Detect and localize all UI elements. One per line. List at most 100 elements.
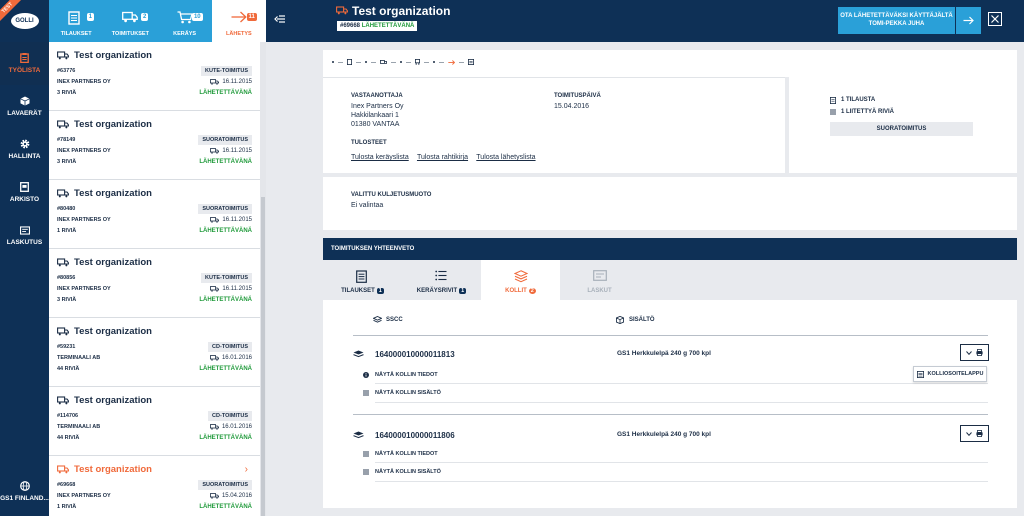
collapse-list-icon[interactable]	[274, 13, 286, 25]
tab-count: 1	[459, 288, 467, 294]
shipment-list-item[interactable]: Test organization #80856 KUTE-TOIMITUS INEX…	[49, 249, 260, 318]
list-item-date-text: 15.04.2016	[221, 492, 252, 499]
shipment-list-item[interactable]: Test organization › #69668 SUORATOIMITUS INE…	[49, 456, 260, 516]
list-item-date: 16.01.2016	[209, 424, 252, 430]
truck-icon	[210, 285, 220, 292]
tab-tilaukset[interactable]: 1 TILAUKSET	[49, 0, 104, 42]
chevron-down-icon	[966, 350, 972, 355]
list-scrollbar[interactable]	[260, 42, 266, 516]
shipping-method-panel[interactable]: VALITTU KULJETUSMUOTO Ei valintaa	[323, 177, 1017, 230]
tab-count: 1	[376, 288, 384, 294]
tab-lahetys[interactable]: 11 LÄHETYS	[211, 0, 266, 42]
shipment-list-item[interactable]: Test organization #80480 SUORATOIMITUS INEX…	[49, 180, 260, 249]
summary-rows-text: 1 LIITETTYÄ RIVIÄ	[841, 109, 895, 115]
list-item-type: SUORATOIMITUS	[198, 479, 252, 490]
step-order-icon	[347, 59, 352, 65]
logo-area: TEST GOLLI	[0, 0, 49, 42]
show-package-info-link[interactable]: NÄYTÄ KOLLIN TIEDOT	[363, 372, 438, 378]
show-package-info-link[interactable]: NÄYTÄ KOLLIN TIEDOT	[363, 451, 438, 457]
truck-icon	[210, 147, 220, 154]
tab-label: TOIMITUKSET	[111, 31, 149, 37]
package-actions-button[interactable]	[960, 344, 989, 361]
invoice-icon	[593, 270, 607, 283]
close-icon	[991, 15, 999, 23]
recipient-block: VASTAANOTTAJA Inex Partners Oy Hakkilank…	[351, 93, 404, 129]
nav-label: HALLINTA	[8, 153, 41, 160]
truck-icon: 2	[122, 11, 149, 25]
shipment-list-item[interactable]: Test organization #114706 CD-TOIMITUS TERMI…	[49, 387, 260, 456]
list-item-date-text: 16.11.2015	[222, 78, 252, 85]
list-item-date: 16.11.2015	[210, 286, 252, 292]
shipment-list-item[interactable]: Test organization #63776 KUTE-TOIMITUS INEX…	[49, 42, 260, 111]
tab-label: TILAUKSET	[60, 31, 92, 37]
nav-label: TYÖLISTA	[8, 67, 41, 74]
take-shipment-button[interactable]: OTA LÄHETETTÄVÄKSI KÄYTTÄJÄLTÄ TOMI-PEKK…	[838, 7, 955, 34]
shipment-summary: 1 TILAUSTA 1 LIITETTYÄ RIVIÄ SUORATOIMIT…	[830, 94, 973, 136]
prints-label: TULOSTEET	[351, 140, 387, 146]
nav-item-arkisto[interactable]: ARKISTO	[0, 171, 49, 214]
golli-logo[interactable]: GOLLI	[10, 13, 39, 29]
tab-summary-picking-rows[interactable]: KERÄYSRIVIT 1	[402, 260, 481, 300]
shipment-list-item[interactable]: Test organization #78149 SUORATOIMITUS INEX…	[49, 111, 260, 180]
tab-summary-invoices: LASKUT	[560, 260, 639, 300]
nav-item-hallinta[interactable]: HALLINTA	[0, 128, 49, 171]
list-item-title-text: Test organization	[74, 394, 152, 406]
package-label-menu-item[interactable]: KOLLIOSOITELAPPU	[913, 366, 987, 382]
tab-kerays[interactable]: 10 KERÄYS	[157, 0, 212, 42]
chevron-right-icon: ›	[244, 464, 248, 475]
show-package-content-link[interactable]: NÄYTÄ KOLLIN SISÄLTÖ	[363, 390, 441, 396]
nav-label: LAVAERÄT	[7, 110, 42, 117]
print-waybill-link[interactable]: Tulosta rahtikirja	[417, 154, 468, 161]
shipment-list-item[interactable]: Test organization #59231 CD-TOIMITUS TERMIN…	[49, 318, 260, 387]
package-actions-button[interactable]	[960, 425, 989, 442]
list-item-type: CD-TOIMITUS	[208, 341, 252, 352]
step-truck-icon	[380, 59, 387, 65]
order-icon	[830, 96, 836, 104]
nav-item-lavaerat[interactable]: LAVAERÄT	[0, 85, 49, 128]
tab-toimitukset[interactable]: 2 TOIMITUKSET	[103, 0, 158, 42]
list-icon	[830, 109, 836, 116]
list-item-title: Test organization	[57, 117, 252, 131]
print-dispatch-list-link[interactable]: Tulosta lähetyslista	[476, 154, 535, 161]
list-item-status: LÄHETETTÄVÄNÄ	[199, 365, 252, 372]
truck-icon	[209, 354, 219, 361]
show-package-content-link[interactable]: NÄYTÄ KOLLIN SISÄLTÖ	[363, 469, 441, 475]
list-item-status: LÄHETETTÄVÄNÄ	[199, 158, 252, 165]
summary-orders: 1 TILAUSTA	[830, 94, 973, 106]
recipient-line: Inex Partners Oy	[351, 103, 404, 110]
summary-orders-text: 1 TILAUSTA	[841, 97, 876, 103]
list-item-customer: INEX PARTNERS OY	[57, 147, 111, 154]
list-item-customer: INEX PARTNERS OY	[57, 285, 111, 292]
label-icon	[916, 370, 924, 378]
shipment-details-panel: VASTAANOTTAJA Inex Partners Oy Hakkilank…	[323, 50, 1017, 173]
list-item-title: Test organization	[57, 186, 252, 200]
tab-summary-orders[interactable]: TILAUKSET 1	[323, 260, 402, 300]
column-content-label: SISÄLTÖ	[629, 317, 655, 323]
list-item-date: 16.11.2015	[210, 148, 252, 154]
list-item-title-text: Test organization	[74, 187, 152, 199]
list-item-date-text: 16.11.2015	[222, 285, 252, 292]
organization-switcher[interactable]: GS1 FINLAND...	[0, 481, 49, 502]
list-icon	[363, 469, 369, 475]
worklist-tabs: 1 TILAUKSET 2 TOIMITUKSET 10 KERÄYS 11 L…	[49, 0, 266, 42]
list-item-rows: 3 RIVIÄ	[57, 89, 77, 96]
list-item-customer: INEX PARTNERS OY	[57, 78, 111, 85]
list-item-number: #59231	[57, 343, 76, 350]
nav-item-laskutus[interactable]: LASKUTUS	[0, 214, 49, 257]
take-shipment-arrow-button[interactable]	[956, 7, 981, 34]
list-item-title: Test organization	[57, 393, 252, 407]
tab-label: LASKUT	[587, 288, 612, 294]
package-sscc: 164000010000011813	[375, 350, 455, 359]
list-item-status: LÄHETETTÄVÄNÄ	[199, 296, 252, 303]
link-text: NÄYTÄ KOLLIN SISÄLTÖ	[375, 469, 441, 475]
list-item-number: #78149	[57, 136, 76, 143]
scrollbar-thumb[interactable]	[261, 197, 265, 516]
close-button[interactable]	[988, 12, 1002, 26]
truck-icon	[209, 492, 219, 499]
nav-item-tyolista[interactable]: TYÖLISTA	[0, 42, 49, 85]
list-item-status: LÄHETETTÄVÄNÄ	[199, 434, 252, 441]
step-arrow-icon	[448, 59, 455, 65]
tab-summary-packages[interactable]: KOLLIT 2	[481, 260, 560, 300]
print-picking-list-link[interactable]: Tulosta keräyslista	[351, 154, 409, 161]
list-item-number: #69668	[57, 481, 76, 488]
